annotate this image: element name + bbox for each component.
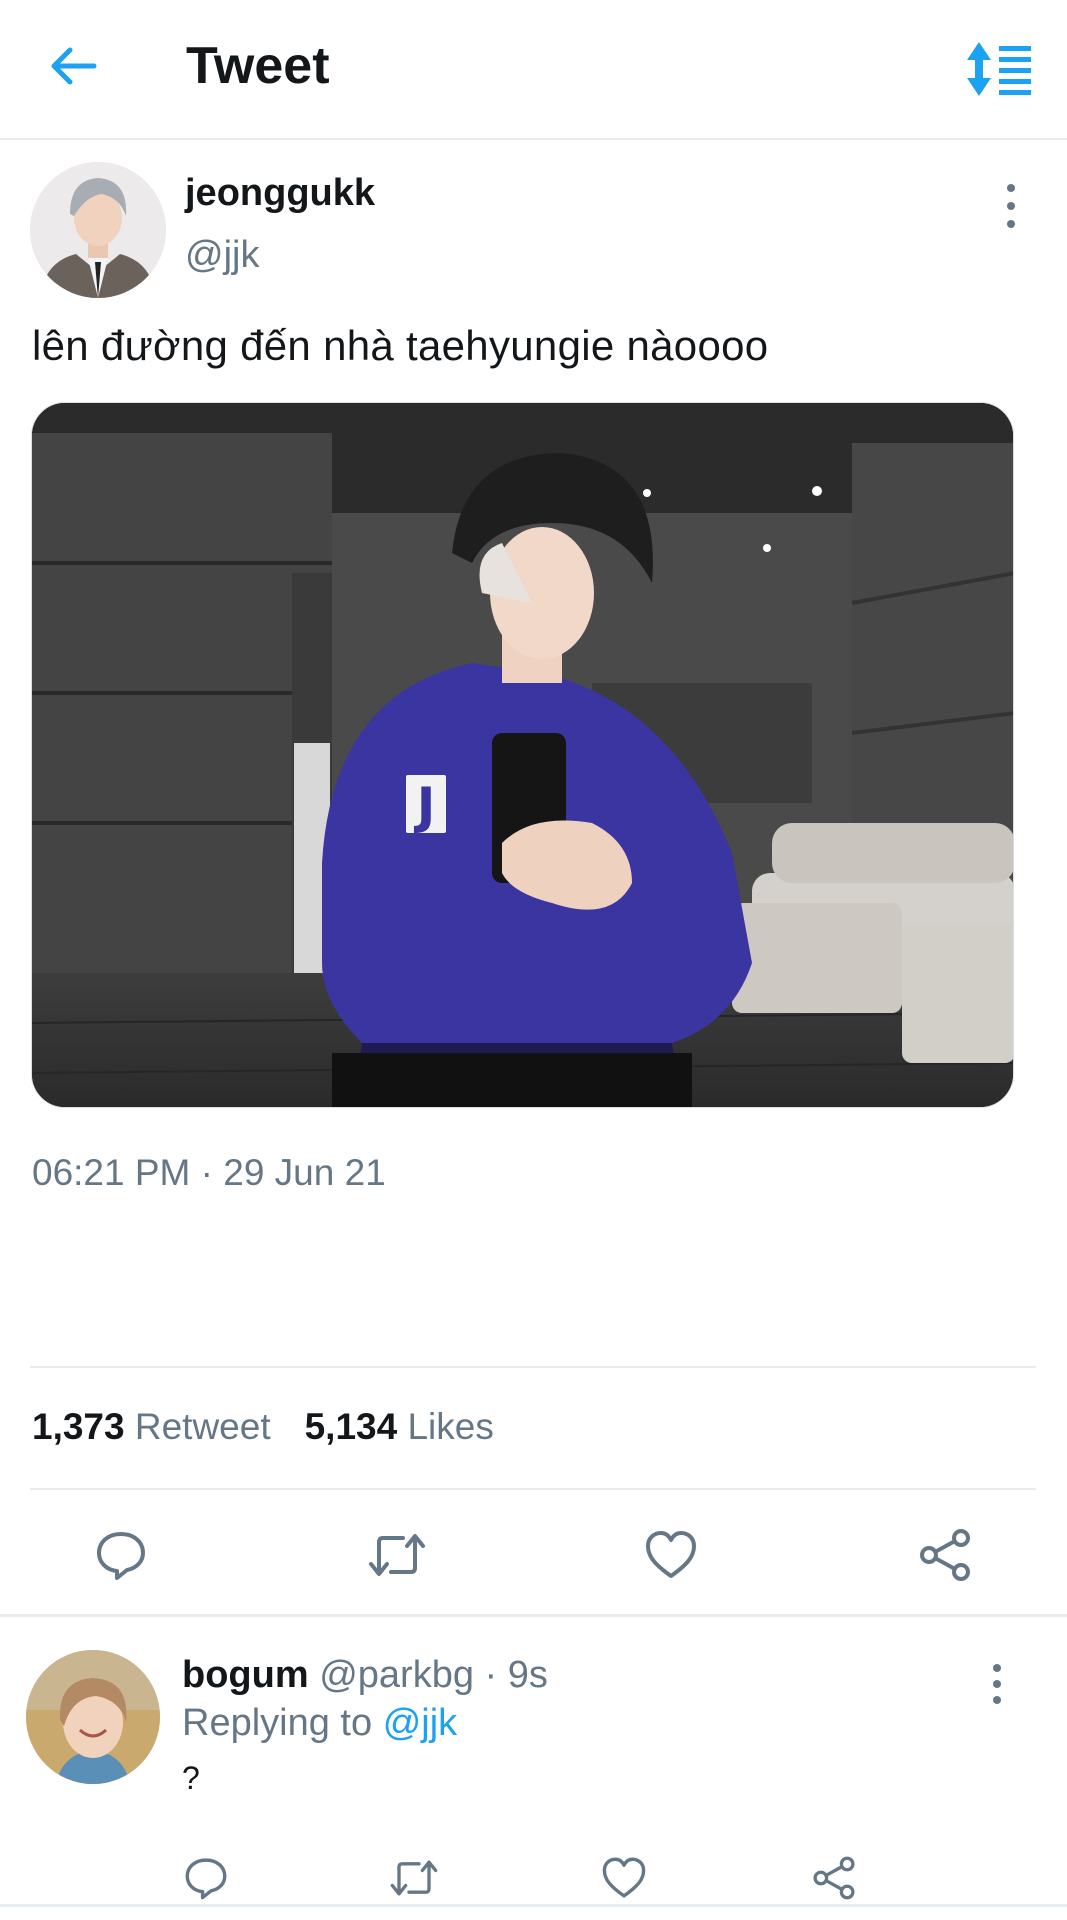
arrow-left-icon (51, 47, 97, 85)
reply-tweet[interactable]: bogum @parkbg · 9s Replying to @jjk ? (0, 1618, 1067, 1920)
replying-prefix: Replying to (182, 1702, 373, 1744)
like-button[interactable] (596, 1850, 652, 1906)
comment-icon (185, 1858, 227, 1900)
retweet-count-value: 1,373 (32, 1406, 125, 1447)
author-handle[interactable]: @jjk (185, 234, 259, 277)
tweet-photo[interactable]: J (31, 402, 1014, 1108)
retweet-button[interactable] (386, 1850, 442, 1906)
retweet-label: Retweet (134, 1406, 271, 1447)
reply-header: bogum @parkbg · 9s (182, 1654, 548, 1697)
reply-button[interactable] (178, 1850, 234, 1906)
share-button[interactable] (806, 1850, 862, 1906)
top-app-bar: Tweet (0, 0, 1067, 140)
divider (0, 1904, 1067, 1907)
like-button[interactable] (636, 1520, 706, 1590)
likes-count-value: 5,134 (304, 1406, 398, 1447)
retweet-button[interactable] (362, 1520, 432, 1590)
divider (0, 1614, 1067, 1617)
more-vertical-icon (1007, 184, 1015, 192)
heart-icon (602, 1857, 646, 1898)
avatar[interactable] (30, 162, 166, 298)
more-options-button[interactable] (1001, 184, 1021, 228)
likes-count[interactable]: 5,134 Likes (305, 1406, 494, 1448)
tweet-text: lên đường đến nhà taehyungie nàoooo (32, 322, 769, 369)
page-title: Tweet (186, 37, 330, 95)
likes-label: Likes (407, 1406, 494, 1447)
retweet-icon (369, 1534, 425, 1576)
reply-mention-link[interactable]: @jjk (383, 1702, 457, 1744)
back-button[interactable] (45, 38, 101, 94)
svg-text:J: J (414, 777, 436, 835)
reply-text: ? (182, 1760, 200, 1796)
tweet-timestamp: 06:21 PM · 29 Jun 21 (32, 1152, 386, 1193)
more-options-button[interactable] (987, 1664, 1007, 1704)
divider (30, 1366, 1036, 1368)
sort-button[interactable] (965, 40, 1035, 98)
share-icon (813, 1856, 855, 1900)
more-vertical-icon (993, 1664, 1001, 1672)
heart-icon (646, 1531, 696, 1578)
replying-to: Replying to @jjk (182, 1702, 457, 1745)
share-button[interactable] (910, 1520, 980, 1590)
reply-meta: @parkbg · 9s (319, 1654, 548, 1696)
avatar[interactable] (26, 1650, 160, 1784)
retweet-count[interactable]: 1,373 Retweet (32, 1406, 271, 1448)
sort-lines-icon (967, 42, 1031, 96)
share-icon (920, 1529, 970, 1581)
retweet-icon (390, 1860, 438, 1896)
tweet-stats: 1,373 Retweet 5,134 Likes (32, 1406, 494, 1448)
reply-button[interactable] (86, 1520, 156, 1590)
divider (30, 1488, 1036, 1490)
author-display-name[interactable]: jeonggukk (185, 172, 375, 215)
reply-display-name[interactable]: bogum (182, 1654, 309, 1696)
comment-icon (97, 1532, 145, 1580)
